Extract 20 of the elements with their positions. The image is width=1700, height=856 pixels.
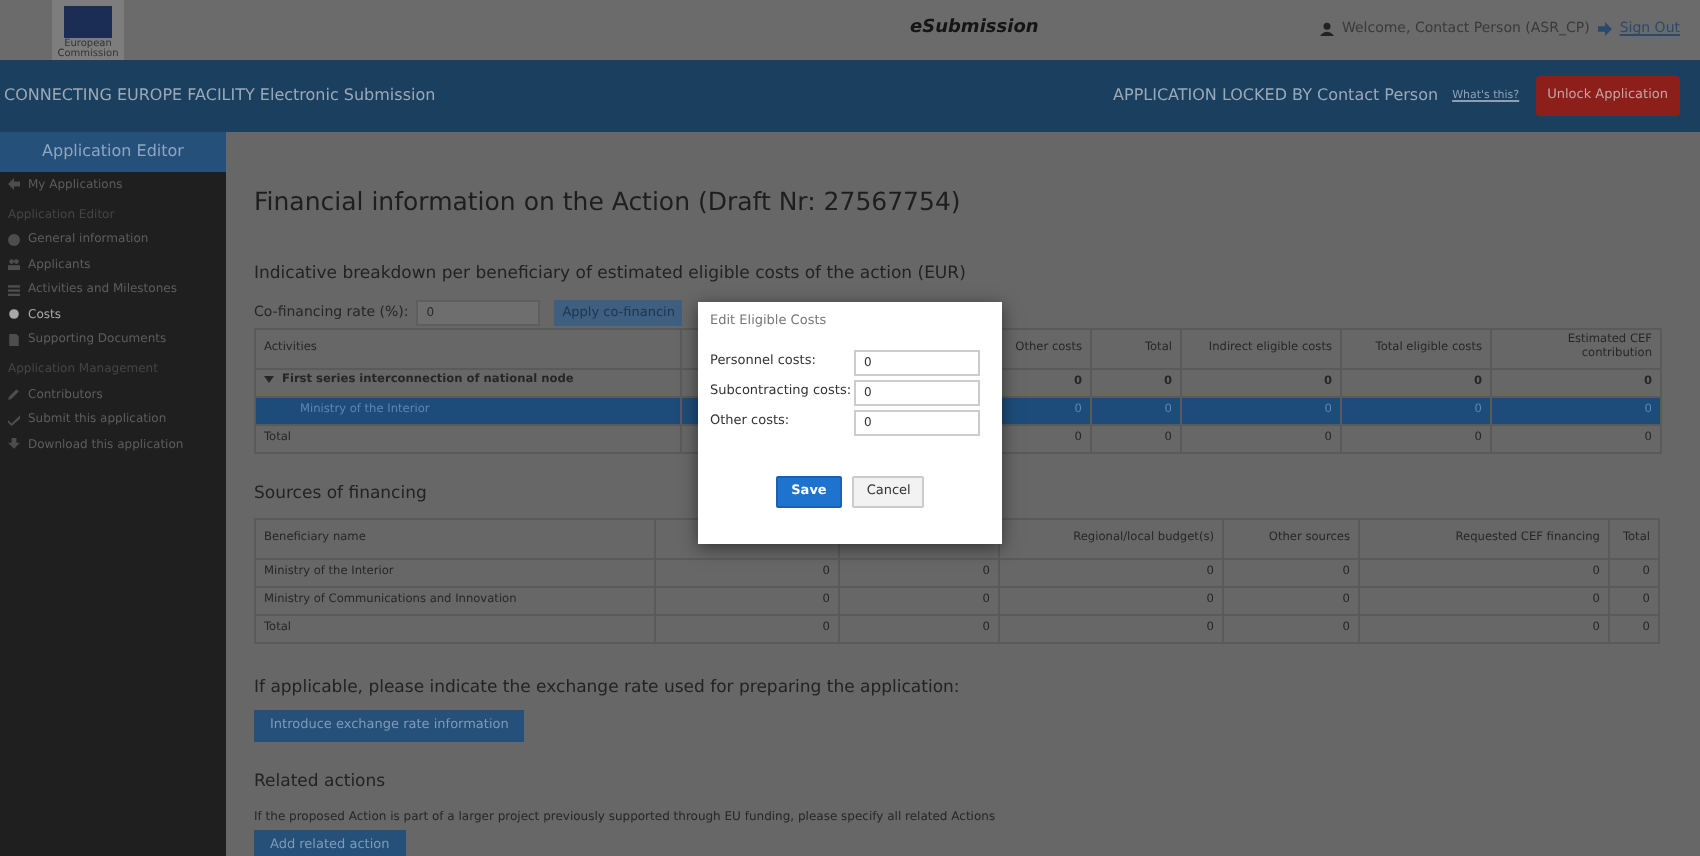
back-icon xyxy=(8,178,20,191)
list-icon xyxy=(8,283,20,296)
page-title: Financial information on the Action (Draft Nr: 27567754) xyxy=(254,184,963,220)
lock-status: APPLICATION LOCKED BY Contact Person xyxy=(1113,84,1439,108)
flag-icon xyxy=(64,6,112,38)
document-icon xyxy=(8,333,20,346)
section-title: Sources of financing xyxy=(254,481,427,507)
section-title: Indicative breakdown per beneficiary of estimated eligible costs of the action (EUR) xyxy=(254,261,966,287)
user-icon xyxy=(1319,21,1334,36)
banner-title: CONNECTING EUROPE FACILITY Electronic Submission xyxy=(4,84,436,108)
section-title: Related actions xyxy=(254,769,386,795)
instruction-text: If applicable, please indicate the exchange rate used for preparing the application: xyxy=(254,676,960,702)
app-title: eSubmission xyxy=(910,16,1039,42)
sidebar-title: Application Editor xyxy=(0,132,226,172)
download-icon xyxy=(8,438,20,451)
people-icon xyxy=(8,258,20,271)
check-icon xyxy=(8,413,20,426)
caret-down-icon[interactable] xyxy=(264,374,274,385)
pencil-icon xyxy=(8,388,20,401)
sign-out-icon xyxy=(1597,21,1612,36)
